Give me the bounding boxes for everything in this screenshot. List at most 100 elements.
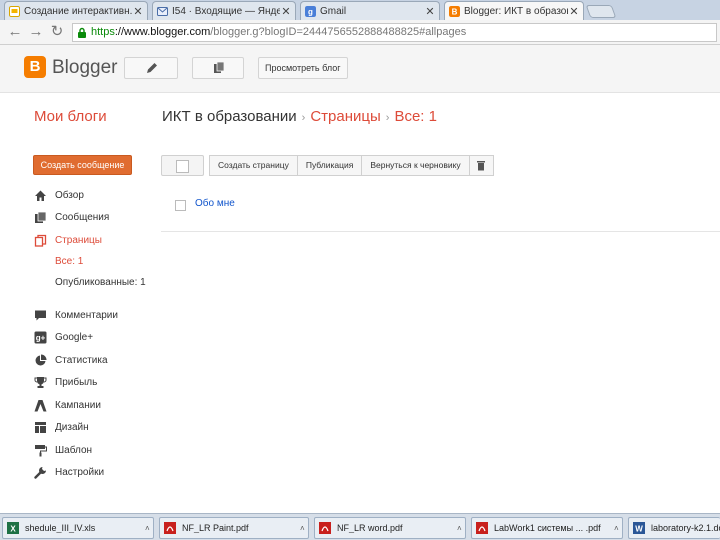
browser-tab-strip: Создание интерактивн. ✕ I54 · Входящие —… <box>0 0 720 20</box>
my-blogs-link[interactable]: Мои блоги <box>34 108 107 125</box>
close-icon[interactable]: ✕ <box>568 5 580 18</box>
pages-action-bar: Создать страницу Публикация Вернуться к … <box>209 155 494 176</box>
sidebar-item-label: Кампании <box>55 400 101 411</box>
svg-text:X: X <box>10 525 16 534</box>
browser-tab[interactable]: Создание интерактивн. ✕ <box>4 1 148 20</box>
sidebar-subitem-all[interactable]: Все: 1 <box>55 256 83 267</box>
page-title-link[interactable]: Обо мне <box>195 198 235 209</box>
browser-tab[interactable]: I54 · Входящие — Яндекс ✕ <box>152 1 296 20</box>
pages-icon <box>34 234 47 247</box>
blogger-header: Blogger Просмотреть блог <box>0 45 720 93</box>
close-icon[interactable]: ✕ <box>132 5 144 18</box>
reload-icon[interactable]: ↻ <box>48 23 66 41</box>
taskbar-item[interactable]: NF_LR word.pdf ˄ <box>314 517 466 539</box>
tab-title: I54 · Входящие — Яндекс <box>172 5 280 17</box>
campaign-icon <box>34 399 47 412</box>
wrench-icon <box>34 466 47 479</box>
sidebar-item-posts[interactable]: Сообщения <box>34 211 109 224</box>
sidebar-item-design[interactable]: Дизайн <box>34 421 89 434</box>
taskbar-item[interactable]: W laboratory-k2.1.do <box>628 517 720 539</box>
breadcrumb-separator-icon: › <box>385 112 390 124</box>
url-host: ://www.blogger.com <box>114 26 211 38</box>
taskbar-item[interactable]: LabWork1 системы ... .pdf ˄ <box>471 517 623 539</box>
trophy-icon <box>34 376 47 389</box>
chevron-up-icon[interactable]: ˄ <box>614 524 622 533</box>
pdf-icon <box>164 522 176 534</box>
sidebar-item-label: Дизайн <box>55 422 89 433</box>
sidebar-item-label: Настройки <box>55 467 105 478</box>
sidebar-item-settings[interactable]: Настройки <box>34 466 104 479</box>
breadcrumb-section[interactable]: Страницы <box>310 108 380 125</box>
sidebar-item-google-plus[interactable]: g+ Google+ <box>34 331 93 344</box>
close-icon[interactable]: ✕ <box>280 5 292 18</box>
sidebar-item-label: Шаблон <box>55 445 93 456</box>
close-icon[interactable]: ✕ <box>424 5 436 18</box>
address-bar[interactable]: https://www.blogger.com/blogger.g?blogID… <box>72 23 717 42</box>
blogger-logo-icon[interactable] <box>24 56 46 78</box>
home-icon <box>34 189 47 202</box>
pie-chart-icon <box>34 354 47 367</box>
sidebar-item-label: Статистика <box>55 355 108 366</box>
sidebar-subitem-published[interactable]: Опубликованные: 1 <box>55 277 146 288</box>
table-row[interactable]: Обо мне <box>161 190 720 232</box>
create-post-button[interactable]: Создать сообщение <box>33 155 132 175</box>
sidebar-item-template[interactable]: Шаблон <box>34 444 92 457</box>
sidebar-item-pages[interactable]: Страницы <box>34 234 102 247</box>
pencil-icon <box>147 63 157 73</box>
tab-title: Blogger: ИКТ в образовании <box>464 5 568 17</box>
svg-text:g+: g+ <box>36 334 46 343</box>
sidebar-item-stats[interactable]: Статистика <box>34 354 108 367</box>
excel-icon: X <box>7 522 19 534</box>
google-plus-icon: g+ <box>34 331 47 344</box>
chevron-up-icon[interactable]: ˄ <box>457 524 465 533</box>
taskbar-item[interactable]: NF_LR Paint.pdf ˄ <box>159 517 309 539</box>
url-path: /blogger.g?blogID=2444756552888488825#al… <box>210 26 467 38</box>
svg-text:W: W <box>635 525 643 534</box>
chevron-up-icon[interactable]: ˄ <box>300 524 308 533</box>
comment-icon <box>34 309 47 322</box>
documents-icon <box>214 61 225 73</box>
publish-button[interactable]: Публикация <box>296 155 363 176</box>
breadcrumb-separator-icon: › <box>301 112 306 124</box>
taskbar-item[interactable]: X shedule_III_IV.xls ˄ <box>2 517 154 539</box>
tab-title: Gmail <box>320 5 347 17</box>
select-all-checkbox[interactable] <box>161 155 204 176</box>
new-tab-button[interactable] <box>585 5 617 18</box>
os-taskbar: X shedule_III_IV.xls ˄ NF_LR Paint.pdf ˄… <box>0 513 720 540</box>
paint-roller-icon <box>34 444 47 457</box>
brand-name[interactable]: Blogger <box>52 57 118 79</box>
row-checkbox[interactable] <box>175 200 186 211</box>
sidebar-item-comments[interactable]: Комментарии <box>34 309 118 322</box>
view-blog-button[interactable]: Просмотреть блог <box>258 57 348 79</box>
layout-icon <box>34 421 47 434</box>
taskbar-item-label: NF_LR Paint.pdf <box>182 523 249 533</box>
back-icon[interactable]: ← <box>6 23 24 41</box>
breadcrumb-filter: Все: 1 <box>394 108 437 125</box>
blogger-icon: B <box>449 5 460 17</box>
sidebar-item-label: Google+ <box>55 332 94 343</box>
posts-icon <box>34 211 47 224</box>
sidebar-item-earnings[interactable]: Прибыль <box>34 376 97 389</box>
slides-icon <box>9 5 20 17</box>
url-scheme: https <box>91 26 115 38</box>
sidebar-item-overview[interactable]: Обзор <box>34 189 84 202</box>
browser-tab[interactable]: g Gmail ✕ <box>300 1 440 20</box>
svg-text:g: g <box>308 7 313 16</box>
new-post-pencil-button[interactable] <box>124 57 178 79</box>
forward-icon[interactable]: → <box>27 23 45 41</box>
tab-title: Создание интерактивн. <box>24 5 132 17</box>
sidebar-item-label: Прибыль <box>55 377 98 388</box>
create-page-button[interactable]: Создать страницу <box>209 155 298 176</box>
revert-to-draft-button[interactable]: Вернуться к черновику <box>361 155 470 176</box>
breadcrumb: ИКТ в образовании › Страницы › Все: 1 <box>162 108 437 125</box>
lock-icon <box>78 27 86 38</box>
browser-tab-active[interactable]: B Blogger: ИКТ в образовании ✕ <box>444 1 584 20</box>
breadcrumb-blog[interactable]: ИКТ в образовании <box>162 108 297 125</box>
svg-text:B: B <box>452 7 458 16</box>
chevron-up-icon[interactable]: ˄ <box>145 524 153 533</box>
sidebar-item-label: Комментарии <box>55 310 118 321</box>
posts-list-button[interactable] <box>192 57 244 79</box>
sidebar-item-campaigns[interactable]: Кампании <box>34 399 101 412</box>
delete-button[interactable] <box>468 155 494 176</box>
browser-toolbar: ← → ↻ https://www.blogger.com/blogger.g?… <box>0 20 720 45</box>
